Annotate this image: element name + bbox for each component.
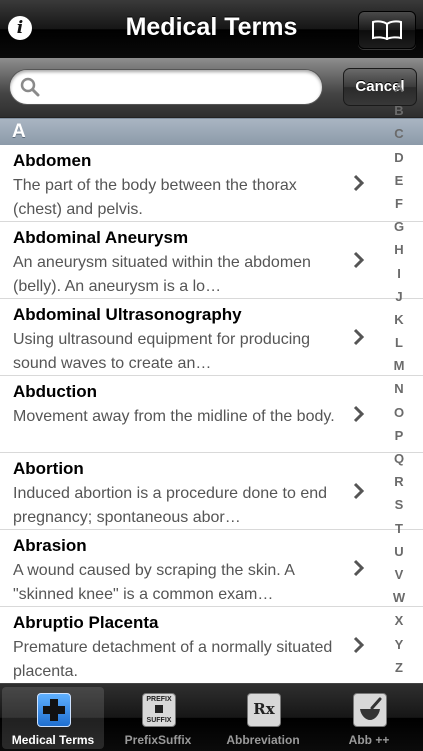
section-header: A (0, 118, 423, 146)
tab-abbreviation[interactable]: Rx Abbreviation (212, 687, 314, 749)
search-field[interactable] (9, 69, 323, 105)
list-item[interactable]: Abrasion A wound caused by scraping the … (0, 530, 423, 607)
tab-label: Abb ++ (348, 733, 390, 747)
tab-label: PrefixSuffix (124, 733, 192, 747)
book-button[interactable] (358, 11, 416, 49)
list-item[interactable]: Abdominal Aneurysm An aneurysm situated … (0, 222, 423, 299)
index-letter-f[interactable]: F (389, 192, 409, 215)
index-letter-h[interactable]: H (389, 238, 409, 261)
list-item[interactable]: Abdomen The part of the body between the… (0, 145, 423, 222)
index-letter-b[interactable]: B (389, 99, 409, 122)
index-letter-m[interactable]: M (389, 354, 409, 377)
chevron-right-icon (353, 482, 365, 500)
term-description: Movement away from the midline of the bo… (13, 408, 335, 425)
section-index[interactable]: ABCDEFGHIJKLMNOPQRSTUVWXYZ (389, 76, 409, 679)
index-letter-p[interactable]: P (389, 424, 409, 447)
suffix-icon-text: SUFFIX (146, 717, 172, 724)
tab-label: Abbreviation (226, 733, 300, 747)
list-item[interactable]: Abdominal Ultrasonography Using ultrasou… (0, 299, 423, 376)
index-letter-o[interactable]: O (389, 401, 409, 424)
index-letter-d[interactable]: D (389, 146, 409, 169)
search-bar: Cancel (0, 58, 423, 118)
index-letter-x[interactable]: X (389, 609, 409, 632)
list-item[interactable]: Abortion Induced abortion is a procedure… (0, 453, 423, 530)
index-letter-j[interactable]: J (389, 285, 409, 308)
term-description: Induced abortion is a procedure done to … (13, 485, 328, 526)
tab-abb-plus[interactable]: Abb ++ (318, 687, 420, 749)
term-title: Abruptio Placenta (13, 613, 159, 632)
prefix-suffix-icon: PREFIX SUFFIX (142, 693, 176, 727)
term-title: Abdominal Ultrasonography (13, 305, 242, 324)
section-letter: A (12, 121, 26, 142)
index-letter-z[interactable]: Z (389, 656, 409, 679)
book-icon (372, 20, 402, 40)
index-letter-i[interactable]: I (389, 262, 409, 285)
list-item[interactable]: Abruptio Placenta Premature detachment o… (0, 607, 423, 684)
chevron-right-icon (353, 328, 365, 346)
index-letter-y[interactable]: Y (389, 633, 409, 656)
index-letter-c[interactable]: C (389, 122, 409, 145)
index-letter-g[interactable]: G (389, 215, 409, 238)
rx-icon-text: Rx (253, 700, 275, 718)
rx-icon: Rx (247, 693, 281, 727)
medical-cross-icon (37, 693, 71, 727)
index-letter-q[interactable]: Q (389, 447, 409, 470)
index-letter-k[interactable]: K (389, 308, 409, 331)
prefix-icon-text: PREFIX (146, 696, 172, 703)
index-letter-u[interactable]: U (389, 540, 409, 563)
index-letter-a[interactable]: A (389, 76, 409, 99)
term-description: A wound caused by scraping the skin. A "… (13, 562, 295, 603)
term-list: Abdomen The part of the body between the… (0, 145, 423, 684)
term-title: Abduction (13, 382, 98, 401)
navigation-bar: i Medical Terms (0, 0, 423, 59)
mortar-pestle-icon (353, 693, 387, 727)
chevron-right-icon (353, 251, 365, 269)
index-letter-r[interactable]: R (389, 470, 409, 493)
index-letter-n[interactable]: N (389, 377, 409, 400)
list-item[interactable]: Abduction Movement away from the midline… (0, 376, 423, 453)
index-letter-e[interactable]: E (389, 169, 409, 192)
term-title: Abrasion (13, 536, 87, 555)
index-letter-l[interactable]: L (389, 331, 409, 354)
tab-label: Medical Terms (11, 733, 95, 747)
index-letter-t[interactable]: T (389, 517, 409, 540)
plus-mark (155, 705, 163, 713)
term-title: Abdominal Aneurysm (13, 228, 189, 247)
chevron-right-icon (353, 636, 365, 654)
index-letter-w[interactable]: W (389, 586, 409, 609)
tab-prefix-suffix[interactable]: PREFIX SUFFIX PrefixSuffix (107, 687, 209, 749)
tab-medical-terms[interactable]: Medical Terms (2, 687, 104, 749)
index-letter-s[interactable]: S (389, 493, 409, 516)
search-icon (20, 77, 40, 97)
tab-bar: Medical Terms PREFIX SUFFIX PrefixSuffix… (0, 683, 423, 751)
search-input[interactable] (46, 75, 310, 99)
term-title: Abortion (13, 459, 84, 478)
term-title: Abdomen (13, 151, 92, 170)
term-description: The part of the body between the thorax … (13, 177, 297, 218)
chevron-right-icon (353, 174, 365, 192)
term-description: Premature detachment of a normally situa… (13, 639, 333, 680)
chevron-right-icon (353, 405, 365, 423)
index-letter-v[interactable]: V (389, 563, 409, 586)
term-description: Using ultrasound equipment for producing… (13, 331, 311, 372)
term-description: An aneurysm situated within the abdomen … (13, 254, 311, 295)
chevron-right-icon (353, 559, 365, 577)
